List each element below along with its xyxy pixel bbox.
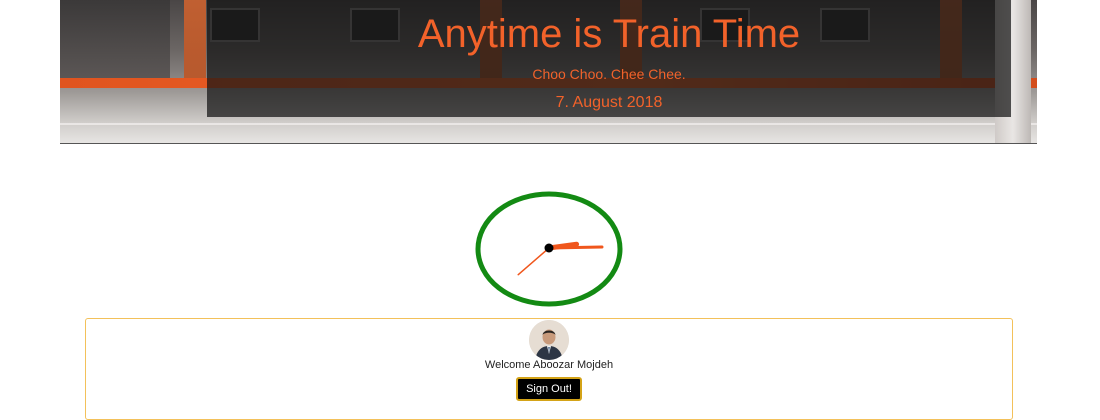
page-tagline: Choo Choo. Chee Chee. — [532, 66, 686, 82]
platform-edge — [60, 123, 1037, 125]
hero-banner: Anytime is Train Time Choo Choo. Chee Ch… — [60, 0, 1037, 144]
user-photo-icon — [529, 320, 569, 360]
title-panel: Anytime is Train Time Choo Choo. Chee Ch… — [207, 0, 1011, 117]
page-title: Anytime is Train Time — [417, 12, 801, 56]
train-car-left — [60, 0, 170, 80]
train-door — [184, 0, 206, 78]
analog-clock — [475, 191, 623, 307]
clock-minute-hand — [547, 245, 604, 250]
sign-out-button[interactable]: Sign Out! — [516, 377, 582, 401]
page-date: 7. August 2018 — [555, 94, 663, 111]
user-card: Welcome Aboozar Mojdeh Sign Out! — [85, 318, 1013, 420]
clock-center-pin — [544, 243, 554, 253]
avatar — [529, 320, 569, 360]
welcome-message: Welcome Aboozar Mojdeh — [484, 359, 614, 371]
sign-out-container: Sign Out! — [86, 377, 1012, 401]
